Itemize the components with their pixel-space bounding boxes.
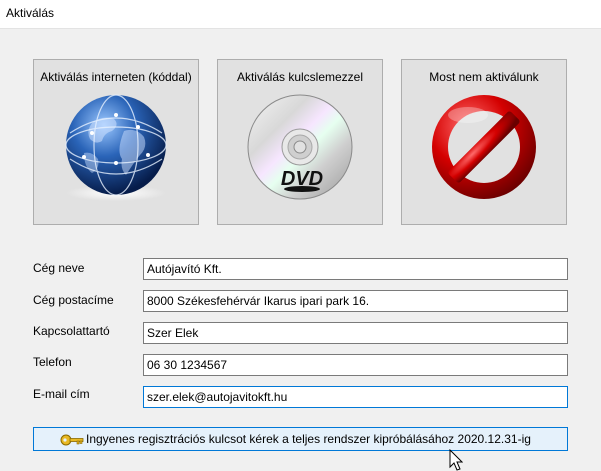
activate-online-label: Aktiválás interneten (kóddal) <box>40 70 192 84</box>
request-registration-key-label: Ingyenes regisztrációs kulcsot kérek a t… <box>86 432 531 446</box>
activate-with-disk-button[interactable]: Aktiválás kulcslemezzel DVD <box>217 59 383 225</box>
key-icon <box>60 434 84 446</box>
company-name-label: Cég neve <box>33 261 85 275</box>
phone-label: Telefon <box>33 355 72 369</box>
email-label: E-mail cím <box>33 387 90 401</box>
dvd-icon: DVD <box>247 94 353 200</box>
globe-icon <box>65 94 167 201</box>
mouse-cursor-icon <box>449 449 463 471</box>
phone-input[interactable] <box>143 354 568 376</box>
title-bar: Aktiválás <box>0 0 601 29</box>
skip-activation-label: Most nem aktiválunk <box>429 70 539 84</box>
window-title: Aktiválás <box>6 6 55 20</box>
email-input[interactable] <box>143 386 568 408</box>
company-name-input[interactable] <box>143 258 568 280</box>
contact-label: Kapcsolattartó <box>33 324 110 338</box>
activate-with-disk-label: Aktiválás kulcslemezzel <box>236 70 364 84</box>
postal-address-label: Cég postacíme <box>33 293 114 307</box>
activate-online-button[interactable]: Aktiválás interneten (kóddal) <box>33 59 199 225</box>
contact-input[interactable] <box>143 322 568 344</box>
request-registration-key-button[interactable]: Ingyenes regisztrációs kulcsot kérek a t… <box>33 427 568 451</box>
postal-address-input[interactable] <box>143 290 568 312</box>
skip-activation-button[interactable]: Most nem aktiválunk <box>401 59 567 225</box>
prohibited-icon <box>432 95 536 199</box>
